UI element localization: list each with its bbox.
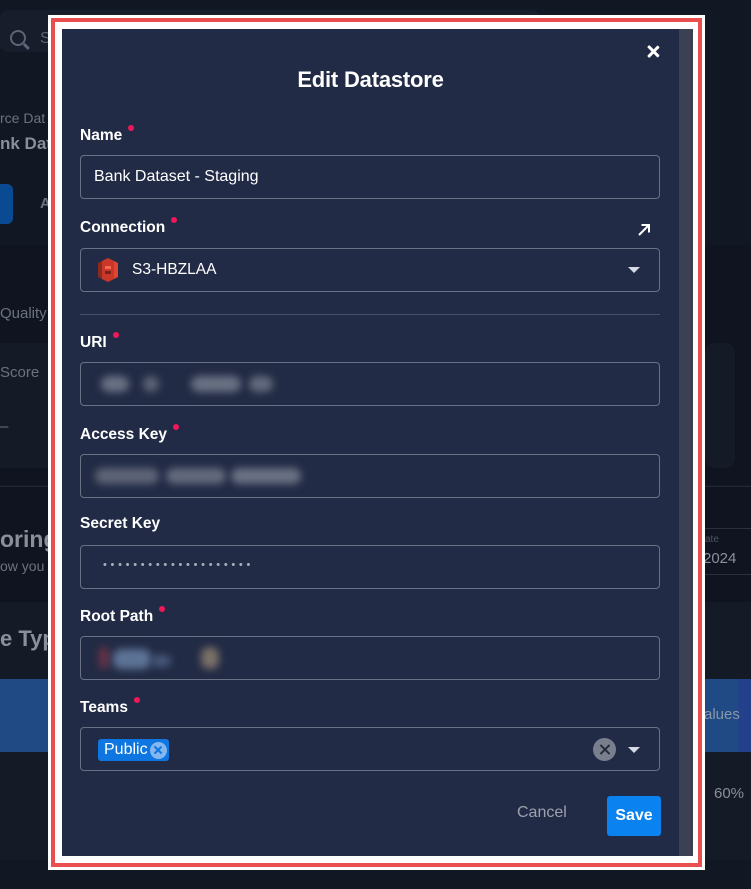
- team-chip: Public: [98, 739, 169, 761]
- redacted-text: [249, 376, 273, 392]
- required-indicator: [128, 125, 135, 131]
- root-path-input[interactable]: [80, 636, 660, 680]
- redacted-text: [101, 376, 129, 392]
- root-path-label-text: Root Path: [80, 608, 154, 625]
- aws-s3-icon: [98, 258, 118, 282]
- header-action-button[interactable]: [0, 184, 13, 224]
- chevron-down-icon[interactable]: [628, 267, 640, 273]
- name-input[interactable]: Bank Dataset - Staging: [80, 155, 660, 199]
- connection-label: Connection: [80, 217, 178, 237]
- access-key-label: Access Key: [80, 424, 180, 444]
- edit-datastore-dialog: Edit Datastore Name Bank Dataset - Stagi…: [62, 29, 693, 856]
- bar-label: alues: [704, 706, 740, 723]
- clear-icon[interactable]: [593, 738, 616, 761]
- open-in-new-icon[interactable]: [636, 222, 652, 238]
- required-indicator: [133, 697, 140, 703]
- secret-key-input[interactable]: ••••••••••••••••••••: [80, 545, 660, 589]
- chevron-down-icon[interactable]: [628, 747, 640, 753]
- secret-key-label: Secret Key: [80, 515, 160, 533]
- name-value: Bank Dataset - Staging: [94, 168, 259, 185]
- redacted-text: [113, 649, 151, 669]
- teams-label-text: Teams: [80, 699, 128, 716]
- percent-label: 60%: [714, 785, 745, 802]
- access-key-input[interactable]: [80, 454, 660, 498]
- required-indicator: [171, 217, 178, 223]
- required-indicator: [159, 606, 166, 612]
- redacted-text: [99, 647, 109, 669]
- monitoring-subtitle: ow you: [0, 558, 45, 574]
- redacted-text: [191, 376, 241, 392]
- redacted-text: [231, 468, 301, 484]
- date-label: ate: [705, 534, 719, 545]
- score-value: –: [0, 418, 9, 435]
- required-indicator: [112, 332, 119, 338]
- search-icon: [10, 30, 26, 46]
- connection-select[interactable]: S3-HBZLAA: [80, 248, 660, 292]
- date-value: 2024: [703, 550, 737, 567]
- redacted-text: [143, 376, 159, 392]
- required-indicator: [173, 424, 180, 430]
- password-dots: ••••••••••••••••••••: [103, 559, 255, 571]
- score-label: Score: [0, 364, 40, 381]
- remove-chip-icon[interactable]: [149, 741, 167, 759]
- page-title: nk Dat: [0, 134, 52, 153]
- team-chip-label: Public: [104, 741, 148, 758]
- name-label-text: Name: [80, 127, 123, 144]
- redacted-text: [151, 655, 171, 667]
- connection-value: S3-HBZLAA: [132, 261, 217, 278]
- name-label: Name: [80, 125, 135, 145]
- section-divider: [80, 314, 660, 315]
- connection-label-text: Connection: [80, 219, 166, 236]
- save-button[interactable]: Save: [607, 796, 661, 836]
- uri-input[interactable]: [80, 362, 660, 406]
- access-key-label-text: Access Key: [80, 426, 168, 443]
- dialog-title: Edit Datastore: [297, 67, 444, 92]
- root-path-label: Root Path: [80, 606, 166, 626]
- uri-label-text: URI: [80, 334, 107, 351]
- teams-select[interactable]: Public: [80, 727, 660, 771]
- quality-label: Quality: [0, 305, 47, 322]
- secret-key-label-text: Secret Key: [80, 515, 161, 532]
- close-icon[interactable]: [644, 43, 662, 61]
- type-bar-segment: [738, 679, 751, 752]
- redacted-text: [95, 468, 159, 484]
- redacted-text: [166, 468, 226, 484]
- metric-card: [705, 343, 735, 468]
- uri-label: URI: [80, 332, 119, 352]
- redacted-text: [201, 647, 219, 669]
- cancel-button[interactable]: Cancel: [517, 804, 567, 822]
- teams-label: Teams: [80, 697, 140, 717]
- breadcrumb[interactable]: rce Dat: [0, 110, 45, 126]
